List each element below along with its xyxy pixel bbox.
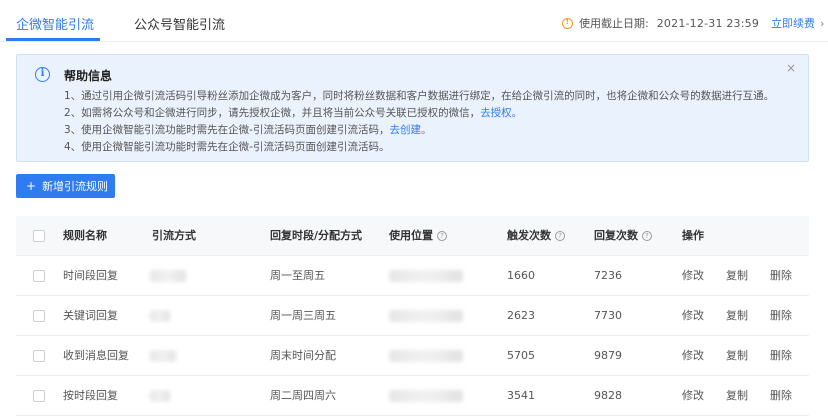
row-checkbox[interactable] <box>33 390 45 402</box>
header-method: 引流方式 <box>152 229 196 242</box>
edit-button[interactable]: 修改 <box>682 296 704 336</box>
header-triggers-label: 触发次数 <box>507 229 551 242</box>
close-icon[interactable]: × <box>786 61 796 75</box>
copy-button[interactable]: 复制 <box>726 376 748 416</box>
header-position: 使用位置? <box>389 216 447 256</box>
method-redacted <box>150 310 170 322</box>
trigger-count: 3541 <box>507 389 535 402</box>
rule-name: 时间段回复 <box>63 269 118 282</box>
table-row: 按时段回复 周二周四周六 3541 9828 修改 复制 删除 <box>16 376 809 416</box>
info-icon: i <box>35 67 50 82</box>
renew-label: 立即续费 <box>771 17 816 30</box>
table-row: 收到消息回复 周末时间分配 5705 9879 修改 复制 删除 <box>16 336 809 376</box>
copy-button[interactable]: 复制 <box>726 336 748 376</box>
delete-button[interactable]: 删除 <box>770 256 792 296</box>
help-info-panel: i × 帮助信息 1、通过引用企微引流活码引导粉丝添加企微成为客户，同时将粉丝数… <box>16 54 809 162</box>
delete-button[interactable]: 删除 <box>770 296 792 336</box>
create-link[interactable]: 去创建。 <box>389 124 431 136</box>
reply-count: 9879 <box>594 349 622 362</box>
rule-period: 周二周四周六 <box>270 389 336 402</box>
position-redacted <box>389 270 463 282</box>
renew-link[interactable]: 立即续费 › <box>771 15 824 31</box>
help-line-4: 4、使用企微智能引流功能时需先在企微-引流活码页面创建引流活码。 <box>64 141 390 153</box>
question-icon[interactable]: ? <box>555 231 565 241</box>
copy-button[interactable]: 复制 <box>726 256 748 296</box>
top-tab-bar: 企微智能引流 公众号智能引流 使用截止日期: 2021-12-31 23:59 … <box>0 0 828 42</box>
rule-period: 周末时间分配 <box>270 349 336 362</box>
table-row: 时间段回复 周一至周五 1660 7236 修改 复制 删除 <box>16 256 809 296</box>
authorize-link[interactable]: 去授权。 <box>480 107 522 119</box>
header-position-label: 使用位置 <box>389 229 433 242</box>
edit-button[interactable]: 修改 <box>682 256 704 296</box>
header-actions: 操作 <box>682 229 704 242</box>
add-rule-button[interactable]: + 新增引流规则 <box>16 174 115 198</box>
method-redacted <box>150 350 176 362</box>
rule-period: 周一周三周五 <box>270 309 336 322</box>
reply-count: 7730 <box>594 309 622 322</box>
expiry-label: 使用截止日期: <box>579 17 649 30</box>
delete-button[interactable]: 删除 <box>770 336 792 376</box>
help-lines: 1、通过引用企微引流活码引导粉丝添加企微成为客户，同时将粉丝数据和客户数据进行绑… <box>64 88 774 156</box>
row-checkbox[interactable] <box>33 310 45 322</box>
header-name: 规则名称 <box>63 229 107 242</box>
position-redacted <box>389 350 463 362</box>
table-header: 规则名称 引流方式 回复时段/分配方式 使用位置? 触发次数? 回复次数? 操作 <box>16 216 809 256</box>
header-period: 回复时段/分配方式 <box>270 229 363 242</box>
expiry-info: 使用截止日期: 2021-12-31 23:59 立即续费 › <box>562 15 824 31</box>
delete-button[interactable]: 删除 <box>770 376 792 416</box>
tab-wecom-smart-traffic[interactable]: 企微智能引流 <box>16 14 94 33</box>
method-redacted <box>150 390 170 402</box>
rule-name: 收到消息回复 <box>63 349 129 362</box>
trigger-count: 5705 <box>507 349 535 362</box>
table-row: 关键词回复 周一周三周五 2623 7730 修改 复制 删除 <box>16 296 809 336</box>
trigger-count: 2623 <box>507 309 535 322</box>
help-line-3-text: 3、使用企微智能引流功能时需先在企微-引流活码页面创建引流活码， <box>64 124 390 136</box>
edit-button[interactable]: 修改 <box>682 376 704 416</box>
help-line-1: 1、通过引用企微引流活码引导粉丝添加企微成为客户，同时将粉丝数据和客户数据进行绑… <box>64 90 775 102</box>
header-triggers: 触发次数? <box>507 216 565 256</box>
row-checkbox[interactable] <box>33 270 45 282</box>
row-checkbox[interactable] <box>33 350 45 362</box>
rule-name: 关键词回复 <box>63 309 118 322</box>
position-redacted <box>389 310 463 322</box>
edit-button[interactable]: 修改 <box>682 336 704 376</box>
reply-count: 9828 <box>594 389 622 402</box>
plus-icon: + <box>26 179 37 193</box>
active-tab-indicator <box>6 38 100 41</box>
help-title: 帮助信息 <box>64 69 113 83</box>
question-icon[interactable]: ? <box>642 231 652 241</box>
expiry-date: 2021-12-31 23:59 <box>656 16 760 30</box>
reply-count: 7236 <box>594 269 622 282</box>
header-replies: 回复次数? <box>594 216 652 256</box>
position-redacted <box>389 390 463 402</box>
rules-table: 规则名称 引流方式 回复时段/分配方式 使用位置? 触发次数? 回复次数? 操作… <box>16 216 809 416</box>
warning-icon <box>562 17 573 29</box>
select-all-checkbox[interactable] <box>33 230 45 242</box>
tab-official-account-smart-traffic[interactable]: 公众号智能引流 <box>134 14 225 33</box>
question-icon[interactable]: ? <box>437 231 447 241</box>
chevron-right-icon: › <box>820 17 825 30</box>
method-redacted <box>150 270 186 282</box>
help-line-2-text: 2、如需将公众号和企微进行同步，请先授权企微，并且将当前公众号关联已授权的微信， <box>64 107 481 119</box>
help-line-3: 3、使用企微智能引流功能时需先在企微-引流活码页面创建引流活码，去创建。 <box>64 122 774 139</box>
help-line-2: 2、如需将公众号和企微进行同步，请先授权企微，并且将当前公众号关联已授权的微信，… <box>64 105 774 122</box>
trigger-count: 1660 <box>507 269 535 282</box>
header-replies-label: 回复次数 <box>594 229 638 242</box>
copy-button[interactable]: 复制 <box>726 296 748 336</box>
rule-name: 按时段回复 <box>63 389 118 402</box>
add-rule-label: 新增引流规则 <box>42 180 109 193</box>
rule-period: 周一至周五 <box>270 269 325 282</box>
